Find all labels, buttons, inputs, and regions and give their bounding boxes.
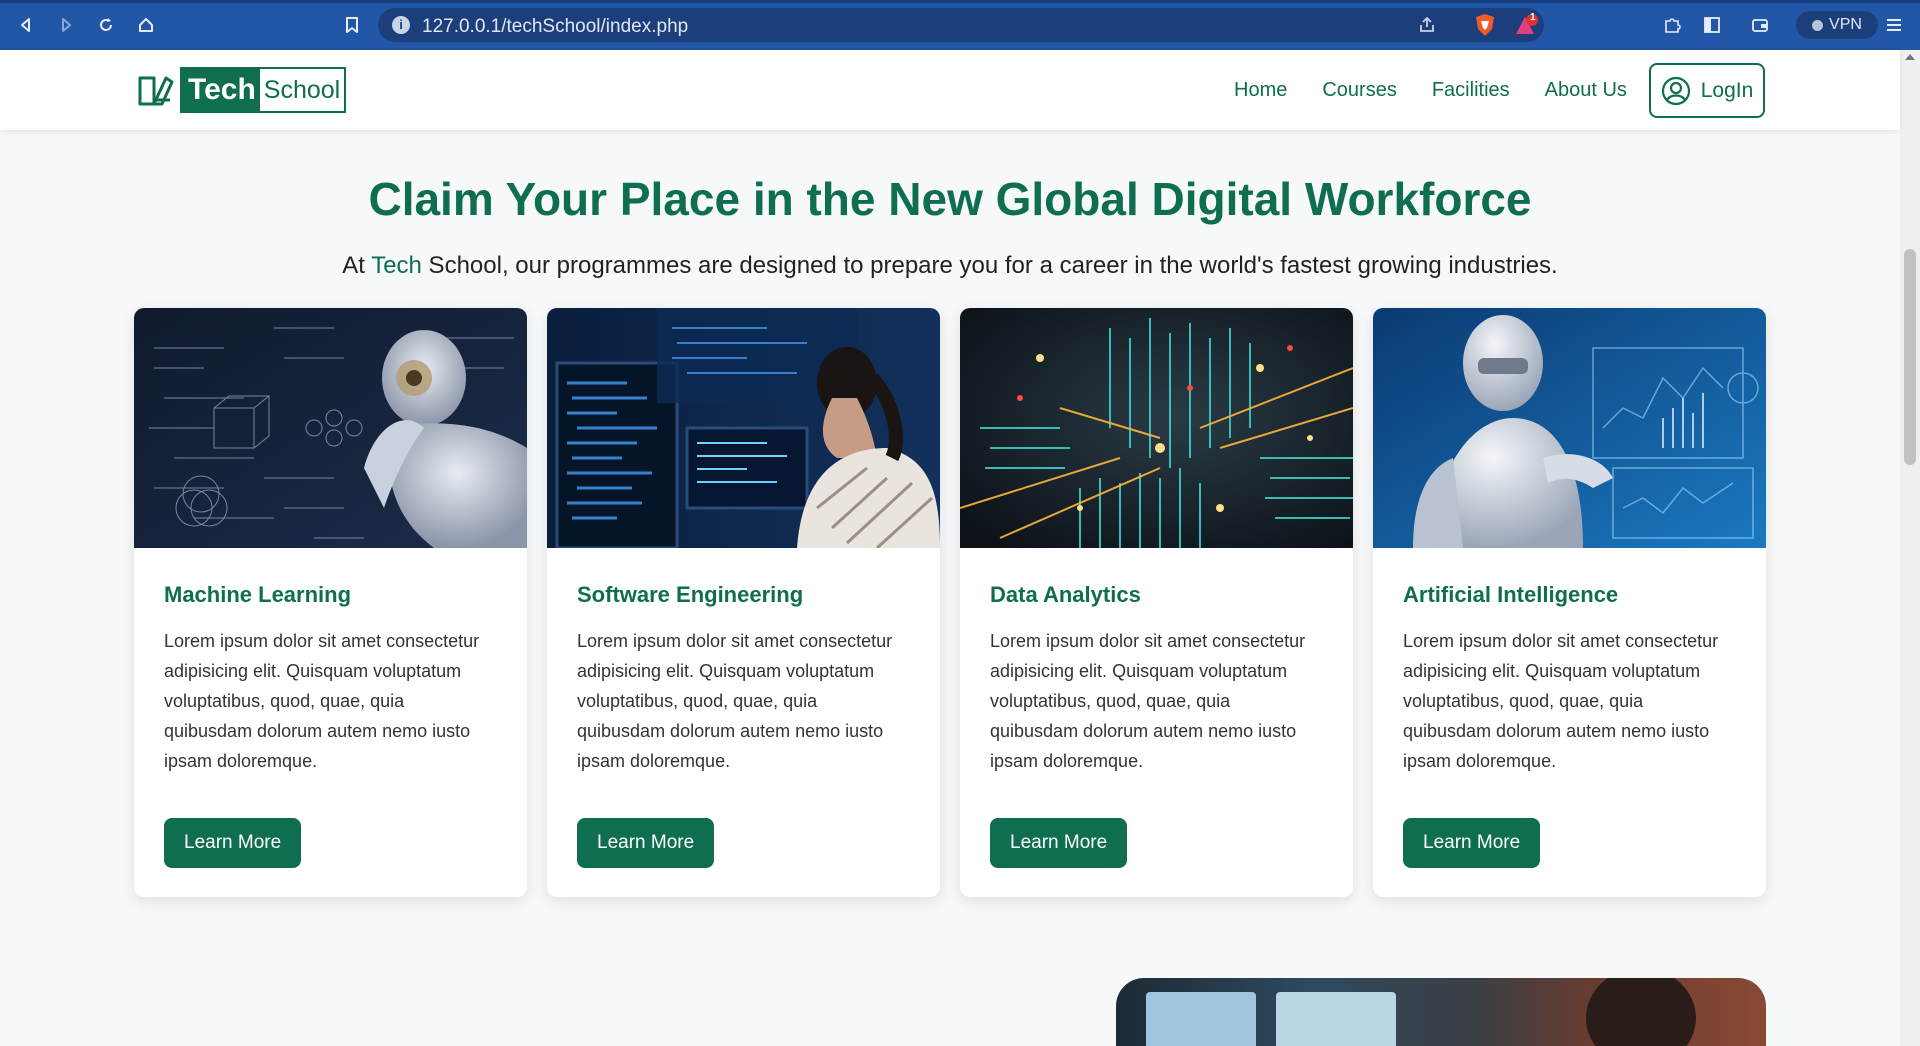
nav-courses[interactable]: Courses (1322, 79, 1396, 102)
learn-more-button[interactable]: Learn More (577, 818, 715, 868)
nav-home[interactable]: Home (1234, 79, 1287, 102)
bookmark-button[interactable] (340, 13, 364, 37)
person-shape (1586, 978, 1696, 1046)
artificial-intelligence-image (1373, 308, 1766, 548)
logo-tech-text: Tech (180, 67, 260, 113)
site-logo[interactable]: Tech School (136, 67, 347, 113)
page-subheadline: At Tech School, our programmes are desig… (0, 252, 1900, 280)
login-button[interactable]: LogIn (1649, 63, 1765, 118)
page-scrollbar[interactable] (1900, 50, 1920, 1046)
card-title: Artificial Intelligence (1403, 582, 1619, 607)
nav-facilities[interactable]: Facilities (1432, 79, 1510, 102)
address-bar[interactable]: i 127.0.0.1/techSchool/index.php 1 (378, 8, 1544, 42)
extensions-button[interactable] (1660, 13, 1684, 37)
browser-toolbar: i 127.0.0.1/techSchool/index.php 1 VPN (0, 0, 1920, 50)
card-text: Lorem ipsum dolor sit amet consectetur a… (1403, 631, 1719, 771)
puzzle-icon (1665, 18, 1681, 33)
learn-more-button[interactable]: Learn More (164, 818, 302, 868)
reload-button[interactable] (94, 13, 118, 37)
home-icon (139, 18, 153, 32)
monitor-shape (1146, 992, 1256, 1046)
menu-button[interactable] (1882, 13, 1906, 37)
course-card-software-engineering: Software Engineering Lorem ipsum dolor s… (547, 308, 940, 897)
nav-about-us[interactable]: About Us (1545, 79, 1627, 102)
course-card-artificial-intelligence: Artificial Intelligence Lorem ipsum dolo… (1373, 308, 1766, 897)
vpn-label: VPN (1829, 16, 1862, 33)
scrollbar-thumb[interactable] (1904, 249, 1916, 465)
course-card-data-analytics: Data Analytics Lorem ipsum dolor sit ame… (960, 308, 1353, 897)
forward-icon (62, 18, 71, 32)
wallet-icon (1752, 19, 1768, 32)
share-icon[interactable] (1418, 16, 1436, 39)
subheadline-prefix: At (342, 252, 372, 279)
software-engineering-image (547, 308, 940, 548)
login-label: LogIn (1700, 78, 1754, 102)
site-navbar: Tech School Home Courses Facilities Abou… (0, 50, 1900, 130)
wallet-button[interactable] (1748, 13, 1772, 37)
rewards-icon[interactable] (1514, 14, 1540, 41)
back-icon (21, 18, 30, 32)
card-title: Machine Learning (164, 582, 352, 607)
book-logo-icon (138, 76, 174, 106)
logo-school-text: School (259, 67, 347, 113)
home-button[interactable] (134, 13, 158, 37)
card-text: Lorem ipsum dolor sit amet consectetur a… (164, 631, 480, 771)
learn-more-button[interactable]: Learn More (1403, 818, 1541, 868)
vpn-status-icon (1812, 19, 1824, 31)
brave-shield-icon[interactable] (1474, 13, 1496, 42)
card-text: Lorem ipsum dolor sit amet consectetur a… (577, 631, 893, 771)
course-cards: Machine Learning Lorem ipsum dolor sit a… (134, 308, 1766, 897)
user-icon (1661, 76, 1690, 105)
back-button[interactable] (14, 13, 38, 37)
monitor-shape (1276, 992, 1396, 1046)
data-analytics-image (960, 308, 1353, 548)
learn-more-button[interactable]: Learn More (990, 818, 1128, 868)
url-text: 127.0.0.1/techSchool/index.php (422, 16, 689, 37)
sidebar-button[interactable] (1700, 13, 1724, 37)
forward-button[interactable] (54, 13, 78, 37)
subheadline-suffix: School, our programmes are designed to p… (421, 252, 1558, 279)
hamburger-icon (1887, 19, 1901, 31)
machine-learning-image (134, 308, 527, 548)
bookmark-icon (346, 17, 358, 33)
reload-icon (100, 18, 112, 31)
sidebar-icon (1704, 17, 1720, 33)
subheadline-accent: Tech (371, 252, 422, 279)
card-title: Data Analytics (990, 582, 1141, 607)
card-title: Software Engineering (577, 582, 804, 607)
main-nav: Home Courses Facilities About Us (1234, 50, 1662, 130)
card-text: Lorem ipsum dolor sit amet consectetur a… (990, 631, 1306, 771)
notification-badge: 1 (1530, 12, 1536, 23)
section-image (1116, 978, 1766, 1046)
scroll-up-icon[interactable] (1905, 54, 1915, 60)
page-headline: Claim Your Place in the New Global Digit… (368, 173, 1532, 225)
site-info-icon[interactable]: i (392, 16, 410, 34)
course-card-machine-learning: Machine Learning Lorem ipsum dolor sit a… (134, 308, 527, 897)
vpn-button[interactable]: VPN (1796, 11, 1878, 39)
tab-strip (0, 0, 1920, 3)
